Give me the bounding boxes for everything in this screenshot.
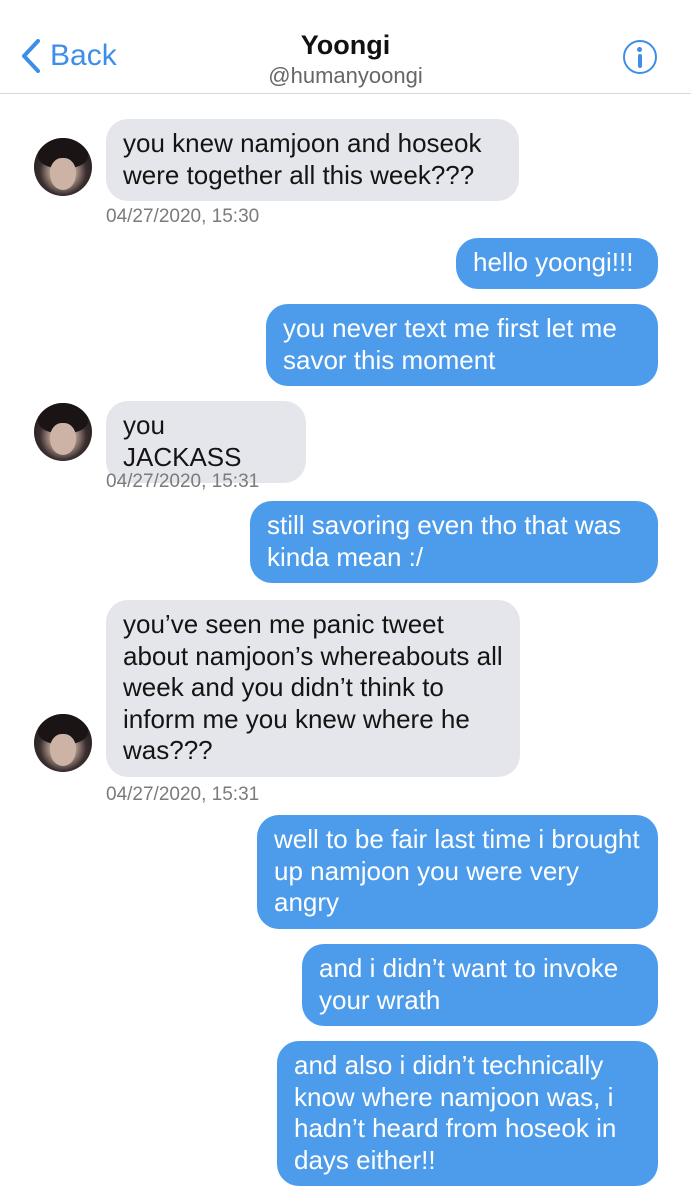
message-bubble-incoming[interactable]: you’ve seen me panic tweet about namjoon… — [106, 600, 520, 777]
message-timestamp: 04/27/2020, 15:31 — [106, 471, 260, 492]
message-bubble-outgoing[interactable]: still savoring even tho that was kinda m… — [250, 501, 658, 583]
message-bubble-outgoing[interactable]: well to be fair last time i brought up n… — [257, 815, 658, 929]
conversation-header: Back Yoongi @humanyoongi — [0, 0, 691, 94]
info-button[interactable] — [623, 40, 657, 74]
message-bubble-incoming[interactable]: you knew namjoon and hoseok were togethe… — [106, 119, 519, 201]
contact-info: Yoongi @humanyoongi — [0, 28, 691, 90]
message-bubble-outgoing[interactable]: and i didn’t want to invoke your wrath — [302, 944, 658, 1026]
avatar[interactable] — [34, 403, 92, 461]
avatar[interactable] — [34, 714, 92, 772]
contact-handle: @humanyoongi — [268, 63, 423, 88]
message-bubble-outgoing[interactable]: you never text me first let me savor thi… — [266, 304, 658, 386]
avatar[interactable] — [34, 138, 92, 196]
contact-name: Yoongi — [300, 30, 391, 60]
message-bubble-outgoing[interactable]: hello yoongi!!! — [456, 238, 658, 289]
message-timestamp: 04/27/2020, 15:31 — [106, 784, 260, 805]
message-bubble-outgoing[interactable]: and also i didn’t technically know where… — [277, 1041, 658, 1186]
message-timestamp: 04/27/2020, 15:30 — [106, 206, 260, 227]
